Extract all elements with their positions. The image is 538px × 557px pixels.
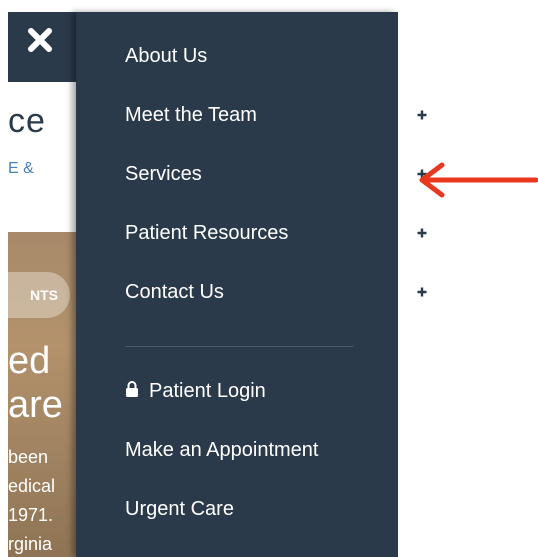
menu-item-label: Make an Appointment [125,439,319,461]
menu-item-patient-login[interactable]: Patient Login [125,371,398,411]
expand-plus-icon[interactable] [413,106,431,124]
menu-item-urgent-care[interactable]: Urgent Care [125,489,398,529]
menu-item-contact-us[interactable]: Contact Us [125,272,431,312]
menu-item-label: Patient Resources [125,222,289,244]
side-menu: About Us Meet the Team Services Patient … [76,12,431,557]
menu-item-make-an-appointment[interactable]: Make an Appointment [125,430,398,470]
expand-plus-icon[interactable] [413,224,431,242]
menu-item-label: Services [125,163,202,185]
close-menu-button[interactable] [12,12,68,68]
hero-text-line: rginia [8,534,53,554]
hero-text-line: edical [8,476,56,496]
menu-item-label: About Us [125,45,208,67]
background-link-fragment: E & [8,160,34,177]
menu-item-label: Contact Us [125,281,224,303]
menu-item-label: Urgent Care [125,498,234,520]
expand-plus-icon[interactable] [413,283,431,301]
menu-item-label: Meet the Team [125,104,257,126]
hero-text-line: been [8,447,49,467]
background-heading-fragment: ce [8,102,46,140]
lock-icon [126,380,138,397]
menu-item-about-us[interactable]: About Us [125,36,398,76]
menu-divider [125,346,353,347]
annotation-arrow-icon [419,162,538,198]
menu-item-label: Patient Login [149,380,266,402]
menu-item-patient-resources[interactable]: Patient Resources [125,213,431,253]
hero-title-line: are [8,384,63,426]
close-icon [28,28,52,52]
hero-text-line: 1971. [8,505,54,525]
menu-item-services[interactable]: Services [125,154,431,194]
menu-item-meet-the-team[interactable]: Meet the Team [125,95,431,135]
hero-title-line: ed [8,340,51,382]
background-badge: NTS [8,272,70,318]
